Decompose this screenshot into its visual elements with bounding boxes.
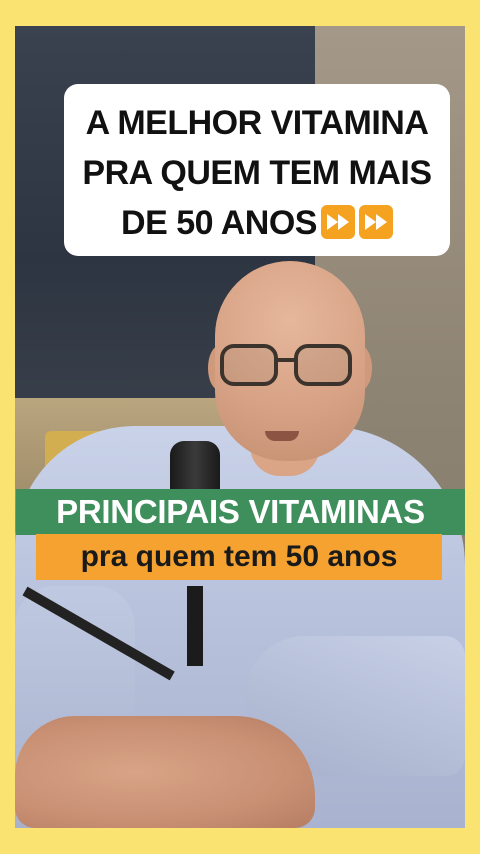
title-card: A MELHOR VITAMINA PRA QUEM TEM MAIS DE 5… (64, 84, 450, 256)
fast-forward-icon (320, 205, 355, 239)
title-line-3: DE 50 ANOS (74, 198, 440, 248)
person-mouth (265, 431, 299, 441)
title-line-1: A MELHOR VITAMINA (85, 104, 429, 142)
microphone-stem (187, 586, 203, 666)
title-line-3-text: DE 50 ANOS (121, 204, 317, 242)
caption-headline-banner: PRINCIPAIS VITAMINAS (16, 489, 465, 535)
glasses-lens-right (294, 344, 352, 386)
title-line-2: PRA QUEM TEM MAIS (82, 154, 432, 192)
fast-forward-icon (358, 205, 393, 239)
caption-headline: PRINCIPAIS VITAMINAS (56, 493, 425, 530)
person-hands (15, 716, 315, 828)
frame-border: A MELHOR VITAMINA PRA QUEM TEM MAIS DE 5… (0, 0, 480, 854)
glasses-bridge (276, 358, 296, 362)
person-glasses (220, 344, 360, 390)
caption-subline-banner: pra quem tem 50 anos (36, 534, 442, 580)
caption-subline: pra quem tem 50 anos (80, 540, 398, 573)
glasses-lens-left (220, 344, 278, 386)
